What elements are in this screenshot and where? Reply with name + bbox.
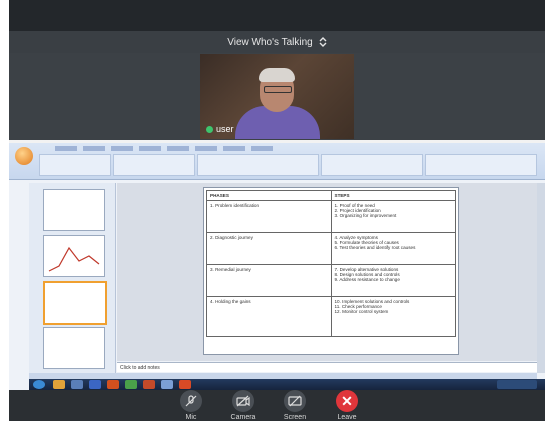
powerpoint-ribbon <box>9 143 545 180</box>
taskbar-app-icon[interactable] <box>179 380 191 389</box>
steps-cell: 4. Analyze symptoms 5. Formulate theorie… <box>330 232 456 265</box>
phase-cell: 3. Remedial journey <box>206 264 332 297</box>
system-tray <box>497 380 537 389</box>
chart-thumbnail-icon <box>48 246 100 272</box>
close-icon: ✕ <box>336 390 358 412</box>
steps-cell: 1. Proof of the need 2. Project identifi… <box>330 200 456 233</box>
ribbon-group <box>321 154 423 176</box>
mic-off-icon <box>180 390 202 412</box>
taskbar-app-icon[interactable] <box>143 380 155 389</box>
ribbon-tabs <box>55 146 273 151</box>
phase-cell: 2. Diagnostic journey <box>206 232 332 265</box>
slide-canvas-area: PHASES STEPS 1. Problem identification 1… <box>117 183 537 361</box>
start-button-icon[interactable] <box>33 380 45 389</box>
slide-thumbnails-pane <box>29 183 116 383</box>
taskbar-app-icon[interactable] <box>161 380 173 389</box>
screen-label: Screen <box>283 414 307 421</box>
taskbar-app-icon[interactable] <box>71 380 83 389</box>
ribbon-group <box>113 154 195 176</box>
shared-screen: PHASES STEPS 1. Problem identification 1… <box>9 143 545 390</box>
taskbar-app-icon[interactable] <box>89 380 101 389</box>
call-controls: Mic Camera Screen ✕ Leave <box>9 390 545 421</box>
ribbon-group <box>425 154 537 176</box>
participant-glasses <box>264 86 292 93</box>
office-button-icon <box>15 147 33 165</box>
participant-hair <box>259 68 295 82</box>
slide-thumbnail[interactable] <box>43 327 105 369</box>
phases-steps-table: PHASES STEPS 1. Problem identification 1… <box>206 190 456 337</box>
steps-cell: 10. Implement solutions and controls 11.… <box>330 296 456 337</box>
camera-label: Camera <box>230 414 256 421</box>
slide-thumbnail[interactable] <box>43 235 105 277</box>
screen-button[interactable]: Screen <box>275 390 315 421</box>
participant-video[interactable]: user <box>200 54 354 139</box>
table-header-phases: PHASES <box>206 190 332 201</box>
taskbar-app-icon[interactable] <box>125 380 137 389</box>
phase-cell: 4. Holding the gains <box>206 296 332 337</box>
table-header-steps: STEPS <box>330 190 456 201</box>
steps-cell: 7. Develop alternative solutions 8. Desi… <box>330 264 456 297</box>
mic-label: Mic <box>185 414 197 421</box>
taskbar-app-icon[interactable] <box>53 380 65 389</box>
windows-taskbar <box>29 379 545 390</box>
leave-label: Leave <box>337 414 357 421</box>
view-selector[interactable]: View Who's Talking <box>9 31 545 53</box>
microphone-active-icon <box>206 125 213 133</box>
ribbon-group <box>39 154 111 176</box>
view-selector-label: View Who's Talking <box>227 36 313 48</box>
slide-thumbnail-selected[interactable] <box>43 281 107 325</box>
slide-thumbnail[interactable] <box>43 189 105 231</box>
step-item: 12. Monitor control system <box>334 309 389 314</box>
step-item: 9. Address resistance to change <box>334 277 400 282</box>
phase-cell: 1. Problem identification <box>206 200 332 233</box>
step-item: 6. Test theories and identify root cause… <box>334 245 416 250</box>
taskbar-app-icon[interactable] <box>107 380 119 389</box>
up-down-chevron-icon <box>319 37 327 47</box>
slide[interactable]: PHASES STEPS 1. Problem identification 1… <box>203 187 459 355</box>
notes-pane[interactable]: Click to add notes <box>117 362 537 372</box>
participant-name-tag: user <box>206 124 234 134</box>
camera-button[interactable]: Camera <box>223 390 263 421</box>
participant-name: user <box>216 124 234 134</box>
step-item: 3. Organizing for improvement <box>334 213 397 218</box>
top-bar <box>9 0 545 31</box>
leave-button[interactable]: ✕ Leave <box>327 390 367 421</box>
camera-off-icon <box>232 390 254 412</box>
screen-share-off-icon <box>284 390 306 412</box>
meeting-window: View Who's Talking user PHASES STEPS 1. … <box>9 0 545 421</box>
mic-button[interactable]: Mic <box>171 390 211 421</box>
vertical-scrollbar[interactable] <box>537 183 545 373</box>
ribbon-group <box>197 154 319 176</box>
